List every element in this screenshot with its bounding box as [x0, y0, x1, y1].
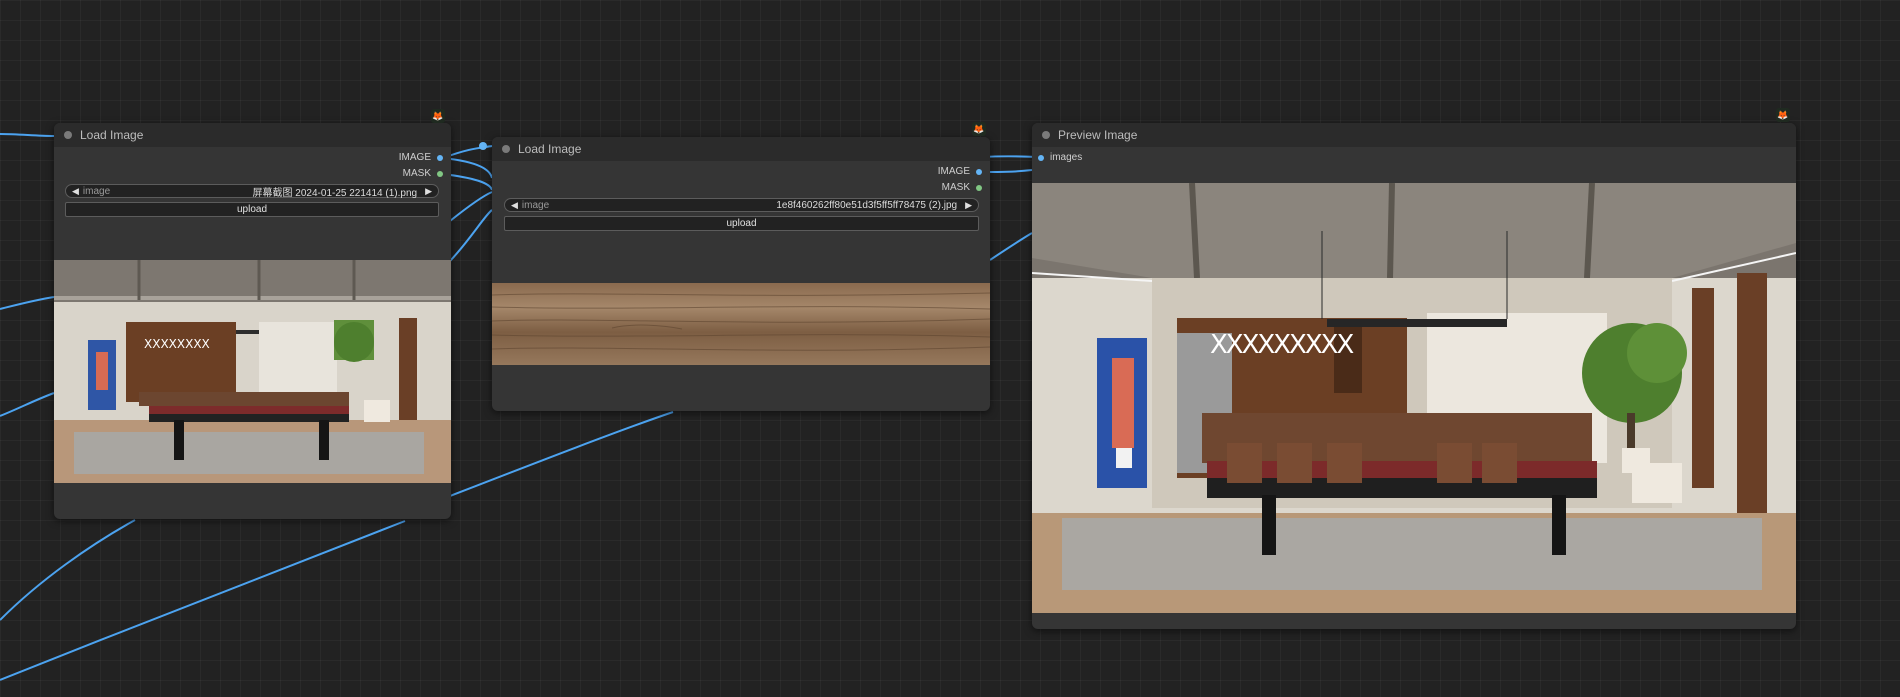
link-wire[interactable]	[989, 232, 1033, 261]
link-wire[interactable]	[449, 209, 493, 262]
input-slot-images[interactable]: images	[1038, 152, 1082, 163]
slot-dot[interactable]	[976, 168, 982, 175]
arrow-right-icon[interactable]: ▶	[965, 200, 972, 211]
link-wire[interactable]	[0, 296, 55, 310]
svg-text:XXXXXXXXX: XXXXXXXXX	[1210, 330, 1353, 360]
link-wire[interactable]	[0, 519, 136, 621]
image-combo-widget[interactable]: ◀ image 屏幕截图 2024-01-25 221414 (1).png ▶	[65, 184, 439, 199]
image-preview: XXXXXXXXX	[1032, 183, 1796, 613]
upload-button[interactable]: upload	[65, 202, 439, 217]
output-label: MASK	[941, 182, 970, 193]
upload-button[interactable]: upload	[504, 216, 979, 231]
preview-image-node[interactable]: Preview Image images XXXXXXXXX	[1032, 123, 1796, 629]
widget-value: 屏幕截图 2024-01-25 221414 (1).png	[252, 187, 418, 199]
arrow-right-icon[interactable]: ▶	[425, 186, 432, 197]
link-wire[interactable]	[449, 411, 674, 497]
widget-name: image	[82, 185, 111, 197]
load-image-node-1[interactable]: Load Image IMAGE MASK ◀ image 屏幕截图 2024-…	[54, 123, 451, 519]
image-preview	[492, 283, 990, 365]
link-wire[interactable]	[0, 133, 55, 137]
arrow-left-icon[interactable]: ◀	[72, 186, 79, 197]
input-label: images	[1050, 152, 1083, 163]
collapse-toggle[interactable]	[502, 145, 510, 153]
arrow-left-icon[interactable]: ◀	[511, 200, 518, 211]
output-slot-image[interactable]: IMAGE	[399, 152, 443, 163]
reroute-dot[interactable]	[479, 142, 487, 150]
fox-icon: 🦊	[431, 109, 445, 123]
collapse-toggle[interactable]	[1042, 131, 1050, 139]
link-wire[interactable]	[449, 191, 493, 222]
widget-name: image	[521, 199, 550, 211]
svg-text:XXXXXXXX: XXXXXXXX	[144, 337, 210, 351]
node-title: Preview Image	[1058, 128, 1138, 142]
widget-value: 1e8f460262ff80e51d3f5ff5ff78475 (2).jpg	[776, 199, 958, 211]
node-title: Load Image	[518, 142, 582, 156]
output-label: IMAGE	[398, 152, 431, 163]
fox-icon: 🦊	[1776, 108, 1790, 122]
slot-dot[interactable]	[1038, 154, 1044, 161]
slot-dot[interactable]	[437, 170, 443, 177]
output-slot-mask[interactable]: MASK	[942, 182, 982, 193]
node-header[interactable]: Preview Image	[1032, 123, 1796, 147]
output-slot-mask[interactable]: MASK	[403, 168, 443, 179]
link-wire[interactable]	[982, 169, 1033, 173]
slot-dot[interactable]	[437, 154, 443, 161]
image-preview: XXXXXXXX	[54, 260, 451, 483]
slot-dot[interactable]	[976, 184, 982, 191]
link-wire[interactable]	[0, 392, 55, 417]
output-slot-image[interactable]: IMAGE	[938, 166, 982, 177]
node-title: Load Image	[80, 128, 144, 142]
load-image-node-2[interactable]: Load Image IMAGE MASK ◀ image 1e8f460262…	[492, 137, 990, 411]
collapse-toggle[interactable]	[64, 131, 72, 139]
node-header[interactable]: Load Image	[54, 123, 451, 147]
node-header[interactable]: Load Image	[492, 137, 990, 161]
output-label: IMAGE	[937, 166, 970, 177]
fox-icon: 🦊	[972, 122, 986, 136]
image-combo-widget[interactable]: ◀ image 1e8f460262ff80e51d3f5ff5ff78475 …	[504, 198, 979, 212]
output-label: MASK	[402, 168, 431, 179]
link-wire[interactable]	[0, 520, 406, 681]
link-wire[interactable]	[982, 155, 1039, 158]
